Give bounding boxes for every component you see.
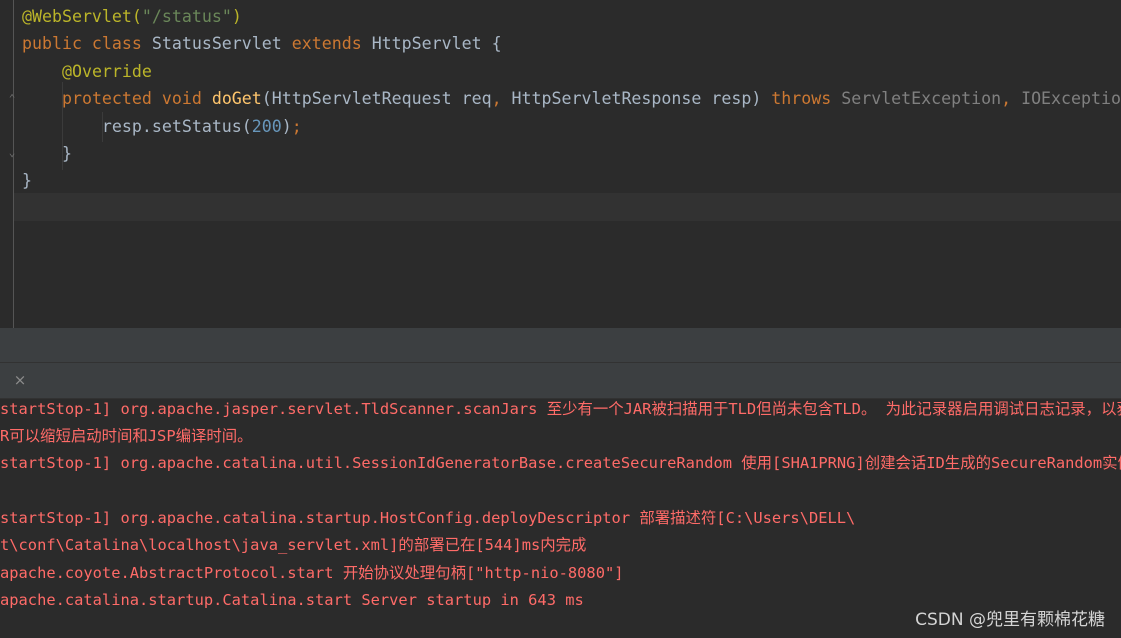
code-token: } bbox=[22, 171, 32, 190]
code-token: ) bbox=[231, 7, 242, 26]
code-token: , bbox=[491, 89, 512, 108]
console-line: apache.catalina.startup.Catalina.start S… bbox=[0, 591, 584, 609]
ide-window: ⌃ ⌄ @WebServlet("/status") public class … bbox=[0, 0, 1121, 638]
gutter-separator bbox=[13, 0, 14, 328]
console-line: startStop-1] org.apache.jasper.servlet.T… bbox=[0, 400, 1121, 418]
code-token: ServletException bbox=[841, 89, 1002, 108]
code-token: HttpServlet { bbox=[371, 34, 502, 53]
tool-window-splitter[interactable] bbox=[0, 328, 1121, 362]
fold-collapse-icon[interactable]: ⌃ bbox=[7, 92, 17, 105]
code-token: , bbox=[1001, 89, 1022, 108]
current-line-highlight bbox=[14, 193, 1121, 221]
code-token: protected void bbox=[61, 89, 212, 108]
code-token: resp.setStatus( bbox=[22, 117, 252, 136]
code-token: StatusServlet bbox=[151, 34, 292, 53]
code-line-2: public class StatusServlet extends HttpS… bbox=[22, 30, 502, 57]
code-token: extends bbox=[291, 34, 372, 53]
code-token: @WebServlet( bbox=[22, 7, 142, 26]
fold-expand-icon[interactable]: ⌄ bbox=[7, 146, 17, 159]
code-token: (HttpServletRequest req bbox=[261, 89, 492, 108]
code-token: } bbox=[22, 144, 72, 163]
code-token: "/status" bbox=[141, 7, 232, 26]
console-line: t\conf\Catalina\localhost\java_servlet.x… bbox=[0, 536, 587, 554]
code-token: ) bbox=[281, 117, 292, 136]
run-panel-toolbar: × bbox=[0, 363, 1121, 399]
run-console[interactable]: startStop-1] org.apache.jasper.servlet.T… bbox=[0, 399, 1121, 638]
code-line-7: } bbox=[22, 167, 32, 194]
code-token: throws bbox=[771, 89, 842, 108]
console-line: R可以缩短启动时间和JSP编译时间。 bbox=[0, 427, 253, 445]
code-editor[interactable]: ⌃ ⌄ @WebServlet("/status") public class … bbox=[0, 0, 1121, 328]
console-line: apache.coyote.AbstractProtocol.start 开始协… bbox=[0, 564, 624, 582]
code-token: public class bbox=[22, 34, 152, 53]
csdn-watermark: CSDN @兜里有颗棉花糖 bbox=[915, 610, 1105, 630]
code-line-6: } bbox=[22, 140, 72, 167]
code-line-1: @WebServlet("/status") bbox=[22, 3, 242, 30]
code-token: 200 bbox=[251, 117, 282, 136]
code-token: @Override bbox=[61, 62, 152, 81]
console-line: startStop-1] org.apache.catalina.util.Se… bbox=[0, 454, 1121, 472]
code-token: ; bbox=[291, 117, 302, 136]
code-token: IOException { bbox=[1021, 89, 1121, 108]
console-line: startStop-1] org.apache.catalina.startup… bbox=[0, 509, 856, 527]
code-line-3: @Override bbox=[22, 58, 152, 85]
code-token: doGet bbox=[211, 89, 262, 108]
code-line-5: resp.setStatus(200); bbox=[22, 113, 302, 140]
close-icon[interactable]: × bbox=[12, 372, 28, 388]
code-line-4: protected void doGet(HttpServletRequest … bbox=[22, 85, 1121, 112]
code-token: HttpServletResponse resp) bbox=[511, 89, 772, 108]
